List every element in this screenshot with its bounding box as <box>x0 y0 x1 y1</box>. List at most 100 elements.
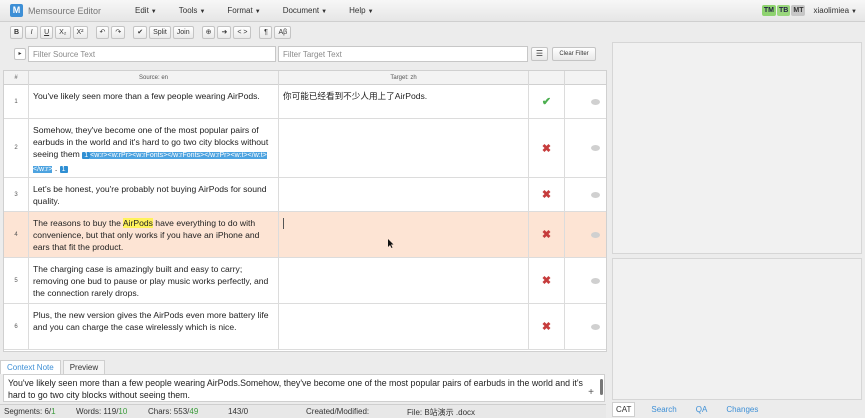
comment-icon <box>591 277 600 284</box>
undo-icon[interactable]: ↶ <box>95 25 110 39</box>
chevron-down-icon: ▼ <box>150 9 157 15</box>
menu-help[interactable]: Help ▼ <box>349 6 373 15</box>
tm-badge[interactable]: TM <box>761 5 777 16</box>
unconfirmed-x-icon: ✖ <box>541 275 552 287</box>
superscript-button[interactable]: X² <box>72 25 88 39</box>
add-icon[interactable]: + <box>588 387 594 399</box>
tab-changes[interactable]: Changes <box>723 403 761 416</box>
segment-number: 4 <box>4 212 29 257</box>
source-cell[interactable]: The charging case is amazingly built and… <box>29 258 279 303</box>
comment-icon <box>591 323 600 330</box>
source-cell[interactable]: Somehow, they've become one of the most … <box>29 119 279 177</box>
filter-target-input[interactable] <box>278 46 528 62</box>
comment-cell[interactable] <box>565 119 606 177</box>
target-cell[interactable] <box>279 119 529 177</box>
target-cell[interactable] <box>279 258 529 303</box>
tb-badge[interactable]: TB <box>777 5 791 16</box>
tab-context-note[interactable]: Context Note <box>0 360 61 374</box>
comment-cell[interactable] <box>565 304 606 349</box>
source-text: . <box>52 163 60 173</box>
table-row[interactable]: 2 Somehow, they've become one of the mos… <box>4 119 606 178</box>
target-cell-editing[interactable] <box>279 212 529 257</box>
term-highlight[interactable]: AirPods <box>122 218 153 228</box>
comment-icon <box>591 191 600 198</box>
status-cell[interactable]: ✖ <box>529 304 565 349</box>
mt-badge[interactable]: MT <box>791 5 806 16</box>
source-cell[interactable]: Plus, the new version gives the AirPods … <box>29 304 279 349</box>
source-text: The reasons to buy the <box>33 218 123 228</box>
menu-edit[interactable]: Edit ▼ <box>135 6 157 15</box>
app-logo: M Memsource Editor <box>10 4 120 17</box>
comment-cell[interactable] <box>565 258 606 303</box>
segment-number: 5 <box>4 258 29 303</box>
source-cell[interactable]: The reasons to buy the AirPods have ever… <box>29 212 279 257</box>
next-segment-icon[interactable]: ➜ <box>217 25 232 39</box>
special-characters-icon[interactable]: Aβ <box>274 25 292 39</box>
header-target: Target: zh <box>279 71 529 85</box>
chevron-down-icon: ▼ <box>851 9 857 15</box>
table-row[interactable]: 3 Let's be honest, you're probably not b… <box>4 178 606 212</box>
menu-document[interactable]: Document ▼ <box>283 6 327 15</box>
confirmed-check-icon: ✔ <box>541 96 552 108</box>
context-note-panel: You've likely seen more than a few peopl… <box>3 374 605 402</box>
menu-format[interactable]: Format ▼ <box>227 6 260 15</box>
source-cell[interactable]: Let's be honest, you're probably not buy… <box>29 178 279 211</box>
bold-button[interactable]: B <box>10 25 24 39</box>
user-menu[interactable]: xiaolimiea ▼ <box>813 6 857 15</box>
app-name: Memsource Editor <box>28 5 102 16</box>
resource-badges: TM TB MT <box>761 5 806 16</box>
comment-cell[interactable] <box>565 178 606 211</box>
comment-cell[interactable] <box>565 85 606 118</box>
comment-cell[interactable] <box>565 212 606 257</box>
tags-icon[interactable]: < > <box>233 25 252 39</box>
inline-tag-open[interactable]: 1 <box>82 152 91 159</box>
memsource-logo-icon: M <box>10 4 23 17</box>
inline-tag-close[interactable]: 1 <box>59 166 68 173</box>
grid-rows: 1 You've likely seen more than a few peo… <box>4 85 606 350</box>
tab-cat[interactable]: CAT <box>612 401 636 417</box>
unconfirmed-x-icon: ✖ <box>541 229 552 241</box>
status-cell[interactable]: ✖ <box>529 258 565 303</box>
filter-source-input[interactable] <box>28 46 276 62</box>
menu-tools[interactable]: Tools ▼ <box>179 6 206 15</box>
scrollbar[interactable] <box>600 379 603 395</box>
source-cell[interactable]: You've likely seen more than a few peopl… <box>29 85 279 118</box>
table-row[interactable]: 1 You've likely seen more than a few peo… <box>4 85 606 119</box>
target-cell[interactable]: 你可能已经看到不少人用上了AirPods. <box>279 85 529 118</box>
copy-source-icon[interactable]: ⊕ <box>201 25 216 39</box>
status-cell[interactable]: ✔ <box>529 85 565 118</box>
segment-number: 6 <box>4 304 29 349</box>
confirm-icon[interactable]: ✔ <box>133 25 148 39</box>
status-cell[interactable]: ✖ <box>529 212 565 257</box>
status-cell[interactable]: ✖ <box>529 119 565 177</box>
comment-icon <box>591 231 600 238</box>
chevron-down-icon: ▼ <box>367 9 374 15</box>
table-row-active[interactable]: 4 The reasons to buy the AirPods have ev… <box>4 212 606 258</box>
table-row[interactable]: 5 The charging case is amazingly built a… <box>4 258 606 304</box>
mouse-pointer-icon <box>388 239 394 248</box>
italic-button[interactable]: I <box>25 25 39 39</box>
expand-filter-icon[interactable]: ▸ <box>14 48 26 60</box>
comment-icon <box>591 98 600 105</box>
list-icon[interactable]: ☰ <box>531 47 548 61</box>
target-cell[interactable] <box>279 178 529 211</box>
underline-button[interactable]: U <box>40 25 54 39</box>
split-button[interactable]: Split <box>149 25 171 39</box>
status-cell[interactable]: ✖ <box>529 178 565 211</box>
table-row[interactable]: 6 Plus, the new version gives the AirPod… <box>4 304 606 350</box>
clear-filter-button[interactable]: Clear Filter <box>552 47 596 61</box>
header-number: # <box>4 71 29 85</box>
subscript-button[interactable]: X₂ <box>55 25 71 39</box>
target-cell[interactable] <box>279 304 529 349</box>
tab-qa[interactable]: QA <box>693 403 711 416</box>
pilcrow-icon[interactable]: ¶ <box>259 25 273 39</box>
segment-number: 3 <box>4 178 29 211</box>
tab-preview[interactable]: Preview <box>62 360 106 374</box>
chars-count: Chars: 553/49 <box>148 407 199 416</box>
tab-search[interactable]: Search <box>648 403 679 416</box>
header-source: Source: en <box>29 71 279 85</box>
join-button[interactable]: Join <box>172 25 194 39</box>
redo-icon[interactable]: ↷ <box>111 25 126 39</box>
segments-count: Segments: 6/1 <box>4 407 56 416</box>
cat-results-panel <box>612 42 862 254</box>
